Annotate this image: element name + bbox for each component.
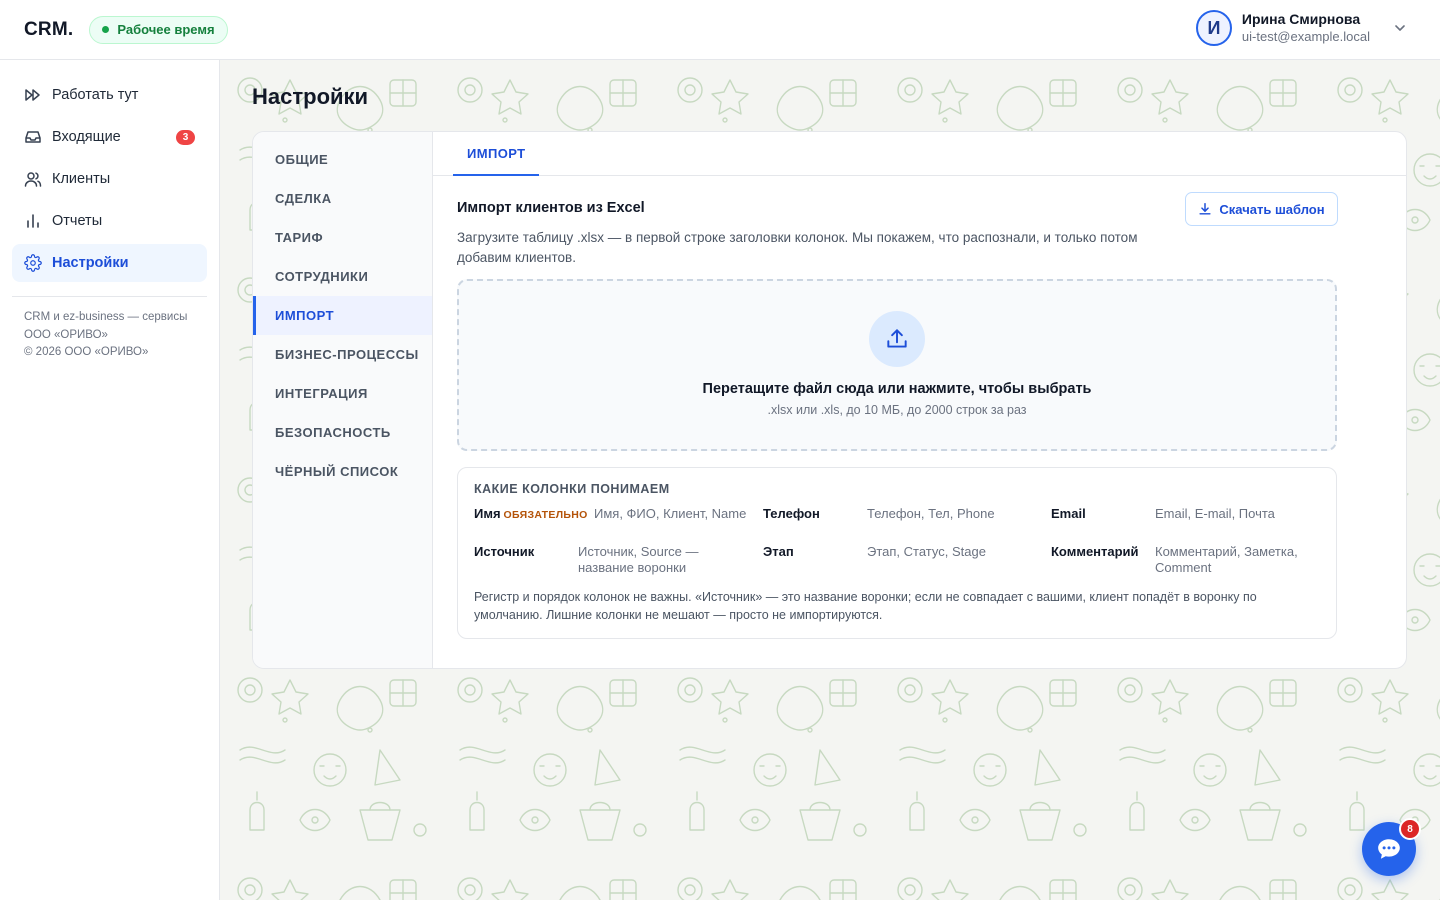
sidebar-divider bbox=[12, 296, 207, 297]
users-icon bbox=[24, 172, 42, 187]
column-aliases: Комментарий, Заметка, Comment bbox=[1155, 544, 1298, 575]
download-template-button[interactable]: Скачать шаблон bbox=[1185, 192, 1338, 226]
settings-nav: ОБЩИЕ СДЕЛКА ТАРИФ СОТРУДНИКИ ИМПОРТ БИЗ… bbox=[253, 132, 433, 668]
settings-nav-business-processes[interactable]: БИЗНЕС-ПРОЦЕССЫ bbox=[253, 335, 432, 374]
sidebar-item-label: Отчеты bbox=[52, 213, 103, 229]
column-key-label: Телефон bbox=[763, 506, 820, 521]
fast-forward-icon bbox=[25, 89, 40, 101]
sidebar-item-reports[interactable]: Отчеты bbox=[12, 202, 207, 240]
settings-content: ИМПОРТ Импорт клиентов из Excel Загрузит… bbox=[433, 132, 1406, 668]
settings-nav-tariff[interactable]: ТАРИФ bbox=[253, 218, 432, 257]
footer-line: © 2026 ООО «ОРИВО» bbox=[24, 346, 149, 358]
page-title: Настройки bbox=[252, 84, 369, 109]
main-area: Настройки ОБЩИЕ СДЕЛКА ТАРИФ СОТРУДНИКИ … bbox=[220, 60, 1440, 900]
sidebar: Работать тут Входящие 3 Клиенты Отчеты Н… bbox=[0, 60, 220, 900]
top-bar: CRM. Рабочее время И Ирина Смирнова ui-t… bbox=[0, 0, 1440, 60]
inbox-icon bbox=[25, 131, 41, 143]
sidebar-item-clients[interactable]: Клиенты bbox=[12, 160, 207, 198]
settings-nav-deal[interactable]: СДЕЛКА bbox=[253, 179, 432, 218]
bar-chart-icon bbox=[27, 214, 39, 228]
work-status-badge[interactable]: Рабочее время bbox=[89, 15, 228, 44]
sidebar-item-label: Настройки bbox=[52, 255, 129, 271]
column-aliases: Имя, ФИО, Клиент, Name bbox=[594, 506, 747, 521]
download-icon bbox=[1199, 203, 1211, 215]
supported-columns-panel: КАКИЕ КОЛОНКИ ПОНИМАЕМ Имя ОБЯЗАТЕЛЬНО Им… bbox=[457, 467, 1337, 639]
column-name-key: Имя ОБЯЗАТЕЛЬНО bbox=[474, 506, 594, 523]
settings-nav-employees[interactable]: СОТРУДНИКИ bbox=[253, 257, 432, 296]
column-aliases: Телефон, Тел, Phone bbox=[867, 506, 995, 521]
file-dropzone[interactable]: Перетащите файл сюда или нажмите, чтобы … bbox=[457, 279, 1337, 451]
import-section: Импорт клиентов из Excel Загрузите табли… bbox=[457, 192, 1338, 639]
column-key-label: Email bbox=[1051, 506, 1086, 521]
settings-nav-import[interactable]: ИМПОРТ bbox=[253, 296, 432, 335]
sidebar-item-label: Работать тут bbox=[52, 87, 139, 103]
column-key-label: Имя bbox=[474, 506, 501, 521]
columns-note: Регистр и порядок колонок не важны. «Ист… bbox=[474, 590, 1257, 622]
import-description: Загрузите таблицу .xlsx — в первой строк… bbox=[457, 230, 1138, 265]
column-key-label: Источник bbox=[474, 544, 535, 559]
footer-line: ООО «ОРИВО» bbox=[24, 328, 108, 341]
column-aliases: Email, E-mail, Почта bbox=[1155, 506, 1275, 521]
sidebar-item-settings[interactable]: Настройки bbox=[12, 244, 207, 282]
dropzone-subtitle: .xlsx или .xls, до 10 МБ, до 2000 строк … bbox=[767, 403, 1027, 417]
user-name: Ирина Смирнова bbox=[1241, 11, 1361, 27]
user-menu[interactable]: И Ирина Смирнова ui-test@example.local bbox=[1195, 10, 1408, 46]
columns-heading: КАКИЕ КОЛОНКИ ПОНИМАЕМ bbox=[474, 482, 670, 496]
sidebar-item-label: Входящие bbox=[52, 129, 121, 145]
inbox-count-badge: 3 bbox=[176, 130, 195, 145]
app-logo[interactable]: CRM. bbox=[24, 19, 73, 41]
settings-nav-blacklist[interactable]: ЧЁРНЫЙ СПИСОК bbox=[253, 452, 432, 491]
upload-icon bbox=[869, 311, 925, 367]
columns-grid: Имя ОБЯЗАТЕЛЬНО Имя, ФИО, Клиент, Name Те… bbox=[474, 502, 1320, 582]
column-key-label: Комментарий bbox=[1051, 544, 1139, 559]
settings-nav-general[interactable]: ОБЩИЕ bbox=[253, 140, 432, 179]
column-key-label: Этап bbox=[763, 544, 794, 559]
chat-icon bbox=[1378, 839, 1400, 859]
sidebar-item-inbox[interactable]: Входящие 3 bbox=[12, 118, 207, 156]
tab-import[interactable]: ИМПОРТ bbox=[453, 132, 540, 176]
download-template-label: Скачать шаблон bbox=[1219, 201, 1325, 217]
avatar: И bbox=[1195, 10, 1232, 46]
chat-unread-badge: 8 bbox=[1399, 818, 1421, 840]
dropzone-title: Перетащите файл сюда или нажмите, чтобы … bbox=[702, 381, 1092, 397]
user-email: ui-test@example.local bbox=[1241, 29, 1370, 44]
settings-card: ОБЩИЕ СДЕЛКА ТАРИФ СОТРУДНИКИ ИМПОРТ БИЗ… bbox=[252, 131, 1407, 669]
work-status-label: Рабочее время bbox=[117, 22, 215, 37]
settings-nav-security[interactable]: БЕЗОПАСНОСТЬ bbox=[253, 413, 432, 452]
column-aliases: Источник, Source — название воронки bbox=[578, 544, 699, 575]
sidebar-item-label: Клиенты bbox=[52, 171, 111, 187]
footer-line: CRM и ez-business — сервисы bbox=[24, 311, 188, 323]
status-dot-icon bbox=[102, 26, 110, 33]
sidebar-item-work-here[interactable]: Работать тут bbox=[12, 76, 207, 114]
sidebar-footer: CRM и ez-business — сервисы ООО «ОРИВО» … bbox=[12, 309, 207, 362]
column-aliases: Этап, Статус, Stage bbox=[867, 544, 986, 559]
required-badge: ОБЯЗАТЕЛЬНО bbox=[503, 509, 588, 521]
gear-icon bbox=[24, 254, 42, 272]
chevron-down-icon[interactable] bbox=[1392, 20, 1408, 36]
settings-nav-integration[interactable]: ИНТЕГРАЦИЯ bbox=[253, 374, 432, 413]
tab-bar: ИМПОРТ bbox=[433, 132, 1406, 176]
